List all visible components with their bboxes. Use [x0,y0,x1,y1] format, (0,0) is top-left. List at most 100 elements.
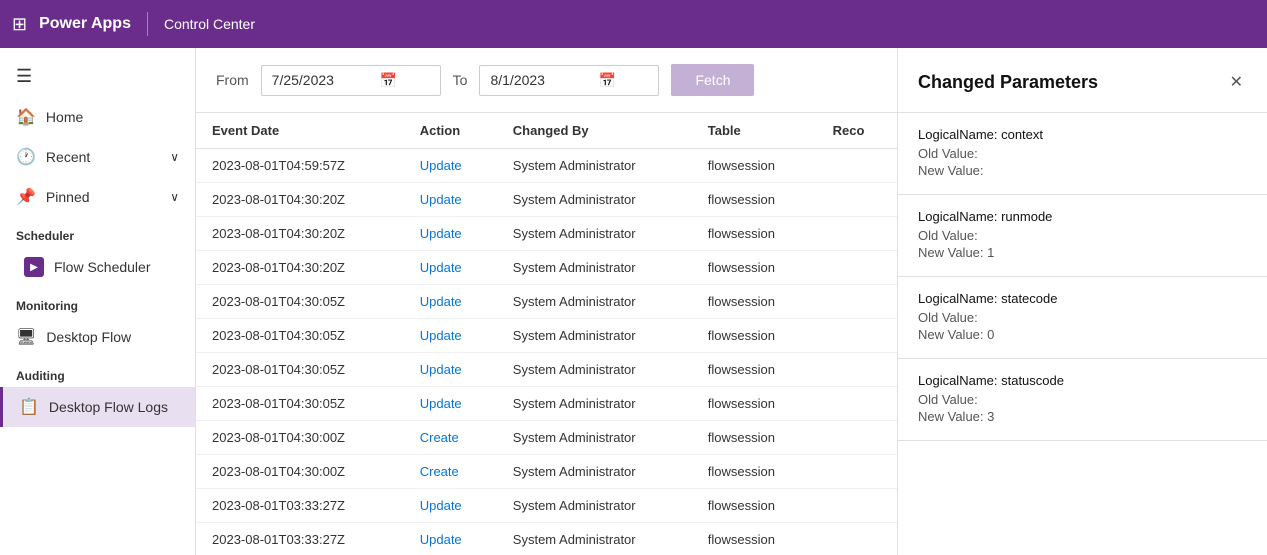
col-event-date: Event Date [196,113,404,149]
table-row: 2023-08-01T04:30:20Z Update System Admin… [196,183,897,217]
params-container: LogicalName: context Old Value: New Valu… [898,113,1267,441]
cell-changed-by: System Administrator [497,353,692,387]
param-section-0: LogicalName: context Old Value: New Valu… [898,113,1267,195]
cell-changed-by: System Administrator [497,489,692,523]
topbar-subtitle: Control Center [164,16,255,32]
cell-action[interactable]: Update [404,183,497,217]
side-panel-title: Changed Parameters [918,72,1098,93]
cell-date: 2023-08-01T04:30:20Z [196,217,404,251]
col-record: Reco [817,113,897,149]
cell-action[interactable]: Update [404,149,497,183]
cell-table: flowsession [692,387,817,421]
cell-action[interactable]: Update [404,251,497,285]
cell-changed-by: System Administrator [497,455,692,489]
clock-icon: 🕐 [16,147,36,167]
cell-table: flowsession [692,319,817,353]
chevron-down-icon: ∨ [170,150,179,164]
scheduler-section-label: Scheduler [0,217,195,247]
cell-changed-by: System Administrator [497,251,692,285]
cell-date: 2023-08-01T04:30:00Z [196,455,404,489]
param-old-label: Old Value: [918,146,1247,161]
side-panel-header: Changed Parameters ✕ [898,48,1267,113]
grid-icon[interactable]: ⊞ [12,14,27,35]
table-row: 2023-08-01T04:59:57Z Update System Admin… [196,149,897,183]
cell-action[interactable]: Create [404,455,497,489]
cell-record [817,421,897,455]
to-date-input[interactable] [490,72,590,88]
desktop-flow-logs-label: Desktop Flow Logs [49,399,168,415]
cell-changed-by: System Administrator [497,421,692,455]
desktop-flow-icon: 🖥 [16,327,36,347]
cell-action[interactable]: Create [404,421,497,455]
cell-record [817,387,897,421]
table-row: 2023-08-01T04:30:05Z Update System Admin… [196,319,897,353]
hamburger-button[interactable]: ☰ [0,56,195,97]
sidebar-item-pinned[interactable]: 📌 Pinned ∨ [0,177,195,217]
cell-date: 2023-08-01T04:30:00Z [196,421,404,455]
topbar-divider [147,12,148,36]
cell-table: flowsession [692,523,817,555]
cell-date: 2023-08-01T04:30:05Z [196,319,404,353]
param-old-label: Old Value: [918,228,1247,243]
home-icon: 🏠 [16,107,36,127]
cell-record [817,455,897,489]
param-section-3: LogicalName: statuscode Old Value: New V… [898,359,1267,441]
sidebar-home-label: Home [46,109,83,125]
cell-action[interactable]: Update [404,217,497,251]
param-logical-name: LogicalName: context [918,127,1247,142]
cell-changed-by: System Administrator [497,523,692,555]
cell-action[interactable]: Update [404,353,497,387]
cell-changed-by: System Administrator [497,387,692,421]
param-new-label: New Value: 3 [918,409,1247,424]
from-date-input[interactable] [272,72,372,88]
cell-record [817,523,897,555]
topbar: ⊞ Power Apps Control Center [0,0,1267,48]
close-button[interactable]: ✕ [1226,68,1247,96]
table-row: 2023-08-01T03:33:27Z Update System Admin… [196,523,897,555]
cell-date: 2023-08-01T04:30:20Z [196,183,404,217]
cell-record [817,183,897,217]
calendar-to-icon[interactable]: 📅 [598,72,615,89]
cell-table: flowsession [692,285,817,319]
param-new-label: New Value: 0 [918,327,1247,342]
to-date-input-wrapper[interactable]: 📅 [479,65,659,96]
cell-action[interactable]: Update [404,387,497,421]
table-row: 2023-08-01T04:30:20Z Update System Admin… [196,251,897,285]
cell-table: flowsession [692,217,817,251]
cell-action[interactable]: Update [404,319,497,353]
cell-action[interactable]: Update [404,285,497,319]
logs-icon: 📋 [19,397,39,417]
to-label: To [453,72,468,88]
sidebar-item-recent[interactable]: 🕐 Recent ∨ [0,137,195,177]
cell-table: flowsession [692,489,817,523]
sidebar-item-desktop-flow[interactable]: 🖥 Desktop Flow [0,317,195,357]
app-title: Power Apps [39,15,131,33]
sidebar-item-home[interactable]: 🏠 Home [0,97,195,137]
cell-table: flowsession [692,421,817,455]
cell-date: 2023-08-01T04:59:57Z [196,149,404,183]
cell-action[interactable]: Update [404,523,497,555]
cell-changed-by: System Administrator [497,285,692,319]
cell-record [817,251,897,285]
from-date-input-wrapper[interactable]: 📅 [261,65,441,96]
param-new-label: New Value: [918,163,1247,178]
sidebar-item-flow-scheduler[interactable]: ▶ Flow Scheduler [0,247,195,287]
cell-record [817,489,897,523]
col-changed-by: Changed By [497,113,692,149]
cell-changed-by: System Administrator [497,319,692,353]
sidebar-item-desktop-flow-logs[interactable]: 📋 Desktop Flow Logs [0,387,195,427]
col-action: Action [404,113,497,149]
cell-record [817,149,897,183]
param-old-label: Old Value: [918,392,1247,407]
sidebar-pinned-label: Pinned [46,189,90,205]
param-old-label: Old Value: [918,310,1247,325]
calendar-from-icon[interactable]: 📅 [380,72,397,89]
cell-action[interactable]: Update [404,489,497,523]
fetch-button[interactable]: Fetch [671,64,754,96]
cell-table: flowsession [692,149,817,183]
auditing-section-label: Auditing [0,357,195,387]
flow-scheduler-icon: ▶ [24,257,44,277]
cell-date: 2023-08-01T03:33:27Z [196,523,404,555]
table-row: 2023-08-01T04:30:00Z Create System Admin… [196,455,897,489]
param-logical-name: LogicalName: statuscode [918,373,1247,388]
